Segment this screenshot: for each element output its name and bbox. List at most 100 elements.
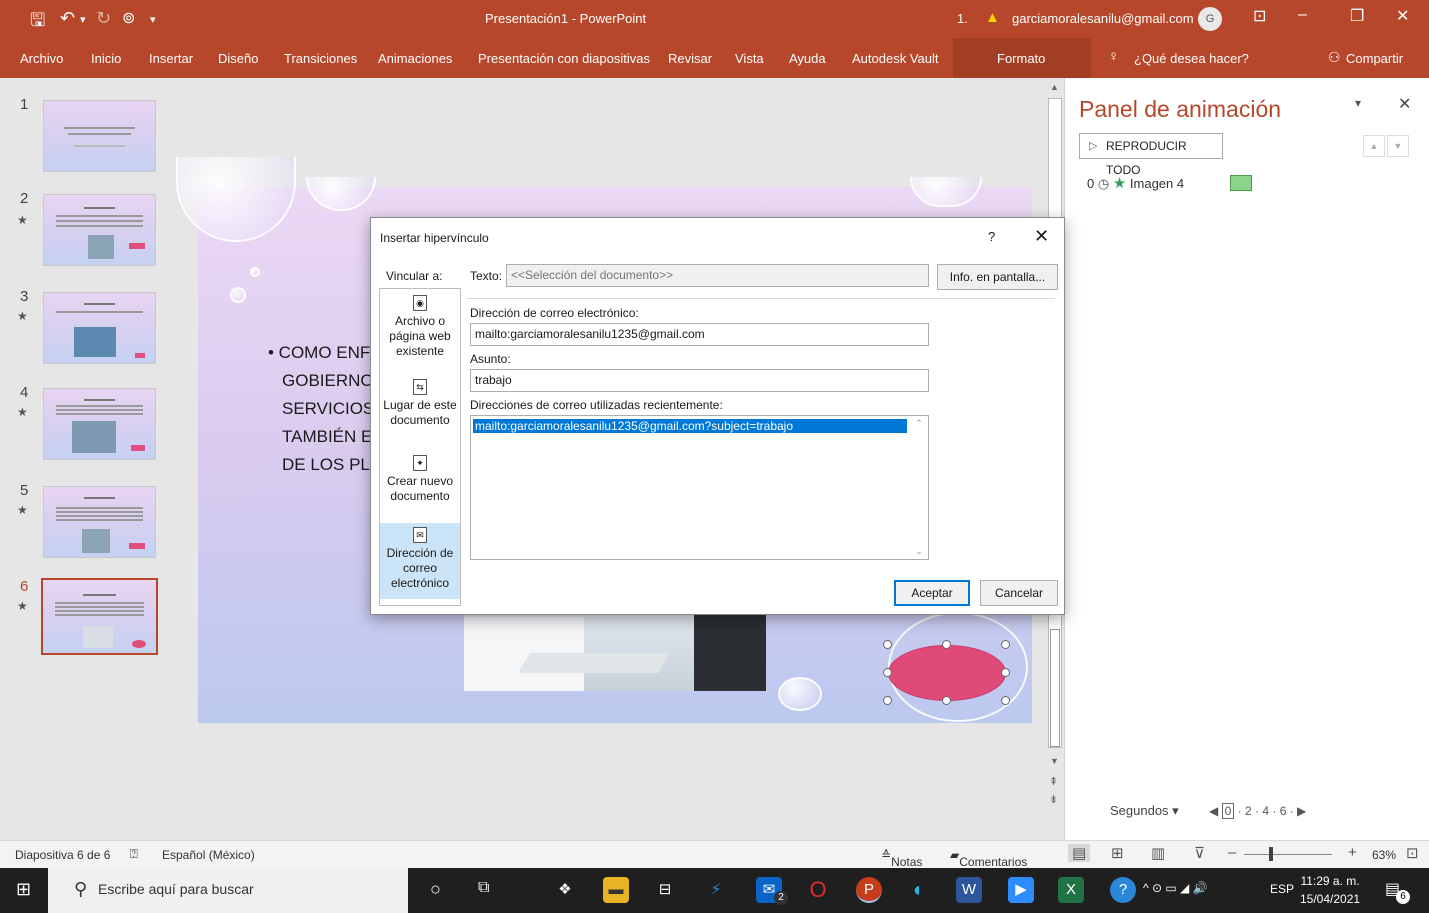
- slideshow-icon[interactable]: ⊽: [1194, 844, 1205, 862]
- zoom-slider[interactable]: [1244, 854, 1332, 855]
- scroll-down-icon[interactable]: ▼: [1050, 756, 1059, 766]
- notes-button[interactable]: ≙ Notas: [881, 848, 922, 869]
- fit-to-window-icon[interactable]: ⊡: [1406, 844, 1419, 862]
- windows-start-icon[interactable]: ⊞: [16, 879, 31, 900]
- timeline-ruler[interactable]: ◀ 0 · 2 · 4 · 6 · ▶: [1209, 803, 1306, 819]
- tab-formato[interactable]: Formato: [997, 51, 1045, 66]
- resize-handle[interactable]: [883, 668, 892, 677]
- pane-options-icon[interactable]: ▾: [1355, 96, 1361, 110]
- resize-handle[interactable]: [942, 640, 951, 649]
- ribbon-display-icon[interactable]: ⊡: [1253, 6, 1266, 26]
- tab-presentacion[interactable]: Presentación con diapositivas: [478, 51, 650, 66]
- tab-diseno[interactable]: Diseño: [218, 51, 258, 66]
- screen-tip-button[interactable]: Info. en pantalla...: [937, 264, 1058, 290]
- share-button[interactable]: Compartir: [1346, 51, 1403, 66]
- play-all-button[interactable]: ▷ REPRODUCIR TODO: [1079, 133, 1223, 177]
- avatar[interactable]: G: [1198, 7, 1222, 31]
- tab-archivo[interactable]: Archivo: [20, 51, 63, 66]
- opera-icon[interactable]: O: [805, 877, 831, 903]
- excel-icon[interactable]: X: [1058, 877, 1084, 903]
- edge-icon[interactable]: ◐: [906, 877, 932, 903]
- cortana-icon[interactable]: ○: [430, 879, 441, 900]
- restore-icon[interactable]: ❐: [1350, 6, 1364, 26]
- dialog-help-button[interactable]: ?: [988, 229, 995, 244]
- slide-thumbnail-3[interactable]: [43, 292, 156, 364]
- minimize-icon[interactable]: –: [1298, 6, 1307, 24]
- timeline-left-icon[interactable]: ◀: [1209, 804, 1222, 818]
- tab-revisar[interactable]: Revisar: [668, 51, 712, 66]
- tab-insertar[interactable]: Insertar: [149, 51, 193, 66]
- slide-thumbnail-5[interactable]: [43, 486, 156, 558]
- tab-inicio[interactable]: Inicio: [91, 51, 121, 66]
- reading-view-icon[interactable]: ▥: [1151, 844, 1165, 862]
- email-address-field[interactable]: mailto:garciamoralesanilu1235@gmail.com: [470, 323, 929, 346]
- previous-slide-icon[interactable]: ⇞: [1049, 775, 1058, 788]
- help-app-icon[interactable]: ?: [1110, 877, 1136, 903]
- tab-transiciones[interactable]: Transiciones: [284, 51, 357, 66]
- recent-address-item-selected[interactable]: mailto:garciamoralesanilu1235@gmail.com?…: [473, 419, 907, 433]
- cancel-button[interactable]: Cancelar: [980, 580, 1058, 606]
- zoom-out-icon[interactable]: –: [1228, 844, 1236, 861]
- animation-timing-bar[interactable]: [1230, 175, 1252, 191]
- undo-dropdown-icon[interactable]: ▾: [80, 13, 86, 26]
- tell-me-search[interactable]: ¿Qué desea hacer?: [1134, 51, 1249, 66]
- dropbox-icon[interactable]: ❖: [552, 877, 578, 903]
- customize-toolbar-icon[interactable]: ▾: [150, 13, 156, 26]
- link-option-place-in-document[interactable]: ⇆ Lugar de este documento: [380, 379, 460, 439]
- text-to-display-field[interactable]: <<Selección del documento>>: [506, 264, 929, 287]
- ok-button[interactable]: Aceptar: [894, 580, 970, 606]
- next-slide-icon[interactable]: ⇟: [1049, 793, 1058, 806]
- comments-button[interactable]: ▰ Comentarios: [950, 848, 1027, 869]
- slide-sorter-icon[interactable]: ⊞: [1111, 844, 1124, 862]
- tab-ayuda[interactable]: Ayuda: [789, 51, 826, 66]
- resize-handle[interactable]: [942, 696, 951, 705]
- close-pane-icon[interactable]: ✕: [1398, 94, 1411, 114]
- taskbar-search[interactable]: ⚲ Escribe aquí para buscar: [48, 868, 408, 913]
- resize-handle[interactable]: [883, 640, 892, 649]
- dialog-close-icon[interactable]: ✕: [1034, 226, 1049, 247]
- list-scroll-up-icon[interactable]: ⌃: [910, 418, 928, 429]
- list-scroll-down-icon[interactable]: ⌄: [910, 546, 928, 557]
- resize-handle[interactable]: [883, 696, 892, 705]
- link-option-email-address-selected[interactable]: ✉ Dirección de correo electrónico: [380, 523, 460, 599]
- recent-addresses-list[interactable]: mailto:garciamoralesanilu1235@gmail.com?…: [470, 415, 929, 560]
- resize-handle[interactable]: [1001, 696, 1010, 705]
- input-language[interactable]: ESP: [1270, 882, 1294, 896]
- animation-item[interactable]: 0 ◷ ★ Imagen 4: [1087, 174, 1184, 192]
- store-icon[interactable]: ⊟: [652, 877, 678, 903]
- tab-animaciones[interactable]: Animaciones: [378, 51, 452, 66]
- undo-icon[interactable]: ↶: [60, 8, 75, 29]
- language-status[interactable]: Español (México): [162, 848, 255, 862]
- slide-thumbnail-2[interactable]: [43, 194, 156, 266]
- list-scrollbar[interactable]: ⌃ ⌄: [910, 416, 928, 559]
- share-icon[interactable]: ⚇: [1328, 49, 1341, 66]
- link-option-existing-file[interactable]: ◉ Archivo o página web existente: [380, 293, 460, 365]
- zoom-icon[interactable]: ▶: [1008, 877, 1034, 903]
- link-option-create-new-document[interactable]: ✦ Crear nuevo documento: [380, 455, 460, 517]
- subject-field[interactable]: trabajo: [470, 369, 929, 392]
- seconds-dropdown[interactable]: Segundos ▾: [1110, 803, 1179, 819]
- slide-thumbnail-4[interactable]: [43, 388, 156, 460]
- file-explorer-icon[interactable]: ▬: [603, 877, 629, 903]
- resize-handle[interactable]: [1001, 668, 1010, 677]
- slide-thumbnail-1[interactable]: [43, 100, 156, 172]
- tab-autodesk-vault[interactable]: Autodesk Vault: [852, 51, 938, 66]
- zoom-slider-thumb[interactable]: [1269, 847, 1273, 861]
- zoom-in-icon[interactable]: +: [1348, 844, 1357, 861]
- slide-thumbnail-6-selected[interactable]: [41, 578, 158, 655]
- zoom-level[interactable]: 63%: [1372, 848, 1396, 862]
- resize-handle[interactable]: [1001, 640, 1010, 649]
- start-presentation-icon[interactable]: ⊚: [122, 8, 135, 28]
- close-icon[interactable]: ✕: [1396, 6, 1409, 26]
- powerpoint-icon[interactable]: P: [856, 877, 882, 903]
- account-email[interactable]: garciamoralesanilu@gmail.com: [1012, 11, 1194, 26]
- selected-ellipse-shape[interactable]: [888, 645, 1006, 701]
- task-view-icon[interactable]: ⧉: [478, 879, 489, 897]
- save-icon[interactable]: 🖫: [30, 8, 45, 38]
- scroll-up-icon[interactable]: ▲: [1050, 82, 1059, 92]
- tab-vista[interactable]: Vista: [735, 51, 764, 66]
- visual-studio-icon[interactable]: ⚡: [703, 877, 729, 903]
- system-tray-icons[interactable]: ^ ⊙ ▭ ◢ 🔊: [1143, 881, 1208, 895]
- spellcheck-icon[interactable]: ⍰: [130, 846, 138, 862]
- word-icon[interactable]: W: [956, 877, 982, 903]
